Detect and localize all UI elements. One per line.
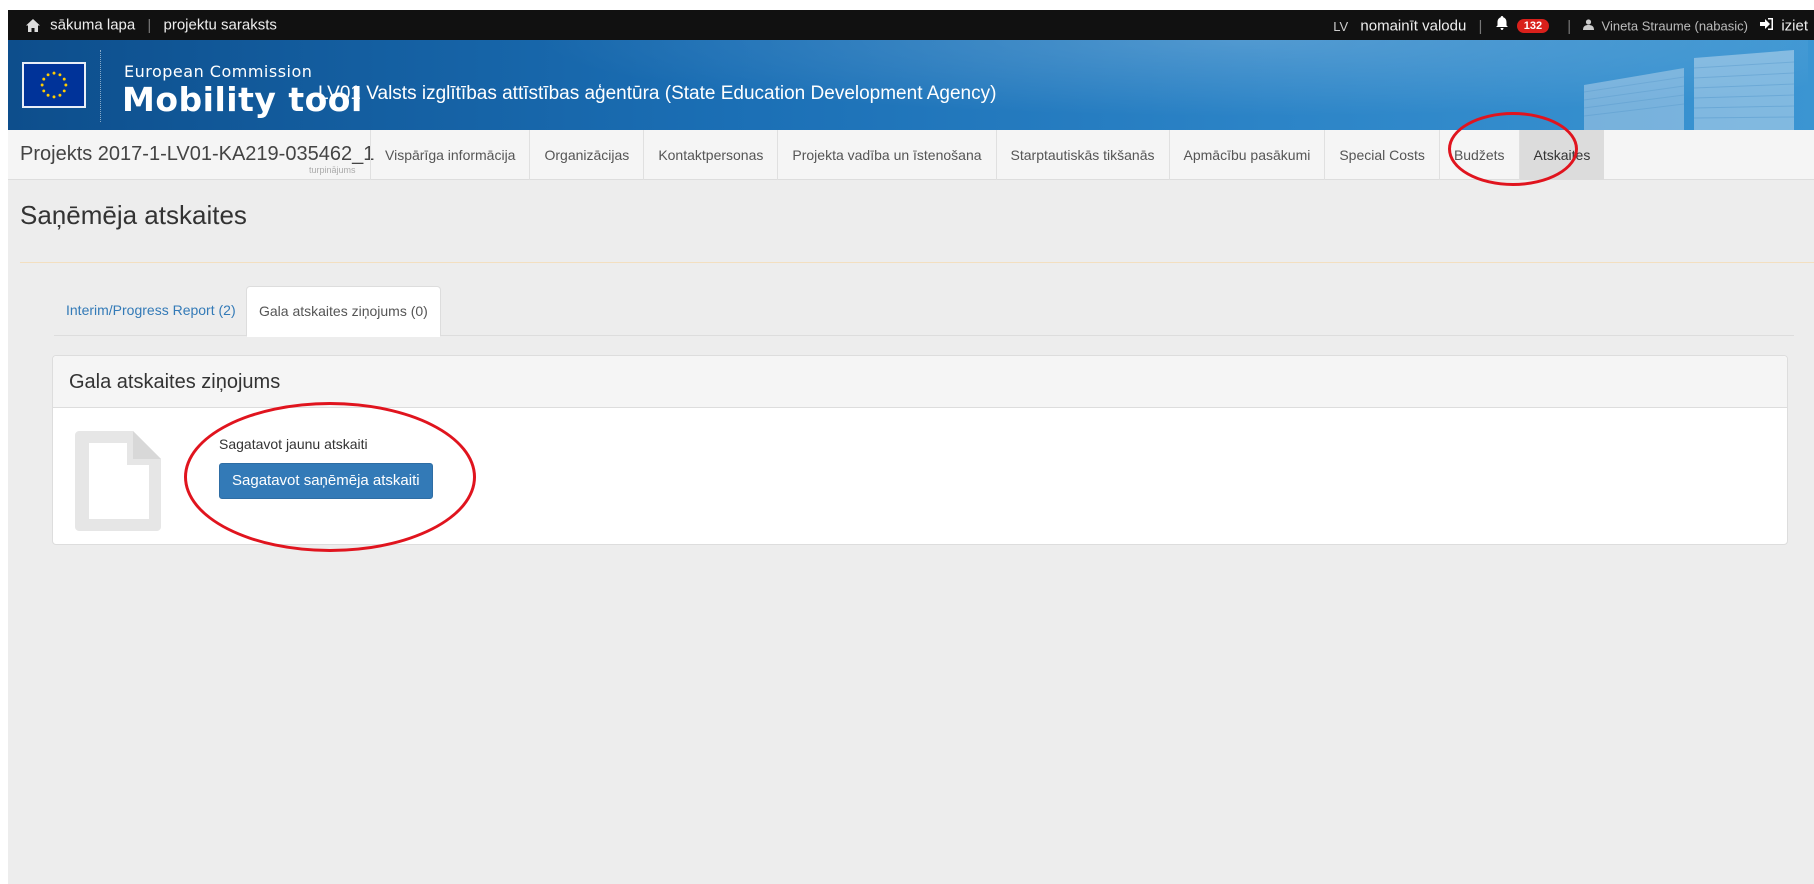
projects-list-link[interactable]: projektu saraksts — [163, 17, 276, 34]
separator: | — [147, 16, 152, 34]
user-icon — [1583, 19, 1595, 30]
report-tabs: Interim/Progress Report (2) Gala atskait… — [54, 286, 1794, 337]
top-bar-right: LV nomainīt valodu | 132 | Vineta Straum… — [1333, 16, 1808, 35]
separator: | — [1478, 17, 1483, 35]
home-icon — [26, 18, 40, 32]
page: sākuma lapa | projektu saraksts LV nomai… — [8, 10, 1814, 884]
home-link[interactable]: sākuma lapa — [50, 17, 135, 34]
project-subtitle: turpinājums — [309, 165, 356, 175]
separator: | — [1567, 17, 1572, 35]
logout-link[interactable]: iziet — [1781, 18, 1808, 35]
project-nav: Projekts 2017-1-LV01-KA219-035462_1 turp… — [8, 130, 1814, 180]
org-name: European Commission — [124, 62, 313, 81]
nav-tab-project-management[interactable]: Projekta vadība un īstenošana — [777, 130, 995, 180]
panel-heading: Gala atskaites ziņojums — [53, 356, 1787, 408]
notification-badge[interactable]: 132 — [1516, 19, 1550, 34]
tab-interim-report[interactable]: Interim/Progress Report (2) — [54, 286, 248, 337]
nav-tab-contacts[interactable]: Kontaktpersonas — [643, 130, 777, 180]
page-title: Saņēmēja atskaites — [20, 200, 247, 230]
top-bar: sākuma lapa | projektu saraksts LV nomai… — [8, 10, 1814, 40]
nav-tab-budget[interactable]: Budžets — [1438, 130, 1519, 180]
create-report-label: Sagatavot jaunu atskaiti — [219, 436, 368, 452]
banner-divider — [100, 50, 101, 122]
nav-tab-general-info[interactable]: Vispārīga informācija — [370, 130, 529, 180]
nav-tab-organisations[interactable]: Organizācijas — [529, 130, 643, 180]
agency-name: LV01 Valsts izglītības attīstības aģentū… — [318, 83, 997, 104]
eu-flag-icon — [22, 62, 86, 108]
top-bar-left: sākuma lapa | projektu saraksts — [26, 16, 277, 34]
nav-tab-reports[interactable]: Atskaites — [1518, 130, 1605, 180]
building-graphic — [1583, 50, 1795, 130]
bell-icon[interactable] — [1495, 16, 1509, 30]
user-name[interactable]: Vineta Straume (nabasic) — [1602, 19, 1748, 34]
language-code: LV — [1333, 18, 1349, 34]
title-divider — [20, 262, 1814, 263]
project-id[interactable]: Projekts 2017-1-LV01-KA219-035462_1 — [20, 143, 374, 166]
document-icon — [75, 431, 161, 531]
tab-final-report[interactable]: Gala atskaites ziņojums (0) — [246, 286, 441, 337]
header-banner: European Commission Mobility tool LV01 V… — [8, 40, 1814, 130]
nav-tab-international-meetings[interactable]: Starptautiskās tikšanās — [995, 130, 1169, 180]
final-report-panel: Gala atskaites ziņojums Sagatavot jaunu … — [52, 355, 1788, 545]
change-language-link[interactable]: nomainīt valodu — [1360, 18, 1466, 35]
nav-tabs: Vispārīga informācija Organizācijas Kont… — [370, 130, 1605, 180]
nav-tab-special-costs[interactable]: Special Costs — [1324, 130, 1439, 180]
nav-tab-training-activities[interactable]: Apmācību pasākumi — [1168, 130, 1325, 180]
create-beneficiary-report-button[interactable]: Sagatavot saņēmēja atskaiti — [219, 463, 433, 499]
logout-icon[interactable] — [1760, 18, 1774, 30]
